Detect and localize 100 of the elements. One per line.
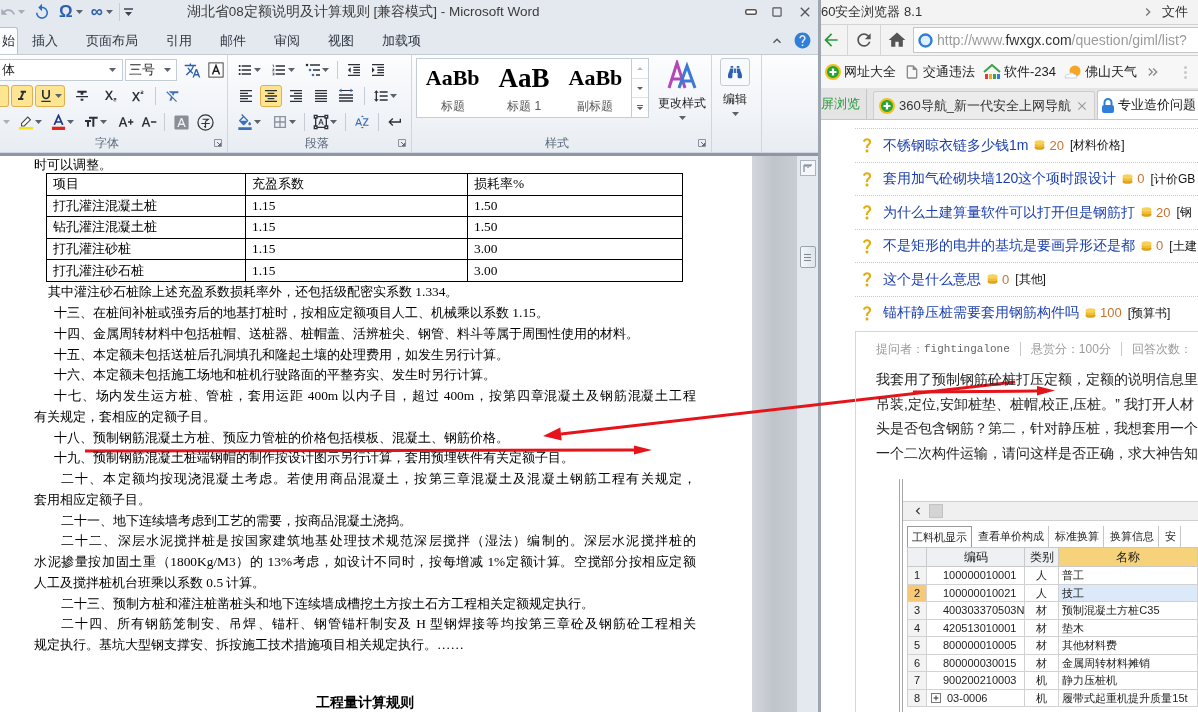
category-text: [预算书] — [1127, 304, 1171, 322]
restore-button[interactable] — [770, 5, 784, 19]
sun-cloud-icon — [1064, 64, 1083, 80]
points-text: 100 — [1100, 304, 1122, 322]
bookmark-link[interactable]: 软件-234 — [983, 62, 1057, 82]
caret-icon — [330, 120, 337, 124]
caret-icon — [109, 68, 116, 72]
font-size-field[interactable]: 三号 — [125, 59, 177, 81]
question-text: 头是否包含钢筋？第二，针对静压桩，我想套用一个 — [876, 421, 1198, 438]
symbol-button[interactable]: ∞ — [90, 2, 113, 22]
bookmark-link[interactable]: 佛山天气 — [1064, 62, 1138, 82]
style-item[interactable]: AaB 标题 1 — [488, 59, 560, 117]
justify-align-icon — [313, 88, 329, 104]
style-item[interactable]: AaBb 副标题 — [559, 59, 632, 117]
character-border-button[interactable] — [206, 59, 226, 81]
points-text: 20 — [1049, 136, 1064, 155]
help-button[interactable] — [793, 31, 812, 50]
table-cell: 垫木 — [1058, 619, 1198, 637]
ribbon-tab[interactable]: 始 — [0, 27, 18, 54]
ribbon-tab[interactable]: 插入 — [18, 27, 72, 54]
question-link[interactable]: 不是矩形的电井的基坑是要画异形还是都 — [883, 235, 1135, 257]
shading-button[interactable] — [235, 111, 263, 133]
ribbon-tab[interactable]: 引用 — [152, 27, 206, 54]
paragraph: 十九、预制钢筋混凝土桩端钢帽的制作按设计图示另行计算，套用预埋铁件有关定额子目。 — [53, 450, 575, 467]
software-tab[interactable]: 工料机显示 — [907, 526, 972, 547]
font-name-field[interactable]: 体 — [0, 59, 123, 81]
coin-stack-icon — [1141, 240, 1152, 251]
table-cell-text: 800000030015 — [943, 655, 1017, 671]
circled-character-icon — [197, 113, 214, 131]
software-tab[interactable]: 查看单价构成 — [974, 526, 1049, 547]
table-cell: 1.15 — [245, 216, 468, 239]
question-link[interactable]: 锚杆静压桩需要套用钢筋构件吗 — [883, 302, 1079, 324]
ribbon-tab[interactable]: 邮件 — [206, 27, 260, 54]
editing-button[interactable]: 编辑 — [717, 58, 753, 132]
italic-button[interactable] — [11, 85, 33, 107]
paragraph: 二十三、预制方桩和灌注桩凿桩头和地下连续墙成槽挖土方按土石方工程相关定额规定执行。 — [60, 595, 595, 612]
enclose-characters-button[interactable] — [195, 111, 216, 133]
scrollbar-thumb[interactable] — [799, 246, 816, 268]
bookmark-link[interactable]: 网址大全 — [825, 62, 896, 82]
house-icon — [983, 64, 1001, 80]
redo-button[interactable] — [33, 2, 51, 22]
center-align-button[interactable] — [260, 85, 282, 107]
ribbon-tab[interactable]: 页面布局 — [72, 27, 152, 54]
font-color-button[interactable] — [49, 111, 76, 133]
dialog-launcher-icon[interactable] — [398, 139, 406, 147]
caret-icon — [731, 112, 739, 116]
bullet-list-icon — [237, 62, 253, 78]
table-cell: 打孔灌注砂桩 — [46, 238, 246, 260]
numbered-list-icon — [271, 62, 287, 78]
section-heading: 工程量计算规则 — [316, 696, 414, 711]
underline-button[interactable] — [35, 85, 65, 107]
table-cell: 机 — [1024, 689, 1059, 707]
table-cell: 1.15 — [245, 195, 468, 217]
caret-icon — [322, 68, 329, 72]
file-menu[interactable]: 文件 — [1162, 2, 1188, 22]
style-item[interactable]: AaBb 标题 — [417, 59, 489, 117]
sort-icon — [354, 114, 370, 130]
paragraph: 十三、在桩间补桩或强夯后的地基打桩时，按相应定额项目人工、机械乘以系数 1.15。 — [53, 305, 550, 322]
paragraph: 十五、本定额未包括送桩后孔洞填孔和隆起土壤的处理费用，如发生另行计算。 — [53, 346, 510, 363]
question-link[interactable]: 这个是什么意思 — [883, 268, 981, 290]
symbol-button[interactable]: Ω — [59, 2, 83, 22]
question-link[interactable]: 套用加气砼砌块墙120这个项时跟设计 — [883, 168, 1117, 190]
right-align-icon — [288, 88, 304, 104]
table-cell-text: 400303370503N — [943, 603, 1025, 618]
points-text: 0 — [1156, 237, 1164, 255]
address-field[interactable]: http://www.fwxgx.com/question/giml/list? — [913, 27, 1198, 53]
coin-stack-icon — [1085, 307, 1096, 318]
table-cell: 静力压桩机 — [1058, 671, 1198, 689]
paragraph: 二十一、地下连续墙考虑到工艺的需要，按商品混凝土浇捣。 — [60, 512, 413, 529]
ribbon-tab[interactable]: 审阅 — [260, 27, 314, 54]
translate-icon — [184, 61, 201, 79]
ruler-button[interactable] — [799, 160, 816, 176]
expand-plus-icon[interactable] — [931, 692, 941, 703]
column-header: 类别 — [1024, 547, 1059, 567]
caret-icon — [35, 120, 42, 124]
table-cell: 人 — [1024, 566, 1059, 584]
ribbon-tab[interactable]: 加载项 — [368, 27, 435, 54]
paragraph: 十七、场内发生运方桩、管桩，套用运距 400m 以内子目，超过 400m，按第四章混凝土及钢筋混凝土工程 有关规定，套相应的定额子目。 — [34, 388, 696, 425]
points-text: 20 — [1156, 203, 1171, 222]
table-cell: 人 — [1024, 584, 1059, 602]
category-text: [土建 — [1169, 237, 1197, 255]
line-spacing-icon — [373, 88, 389, 104]
table-cell: 打孔灌注砂石桩 — [46, 259, 246, 282]
question-link[interactable]: 为什么土建算量软件可以打开但是钢筋打 — [883, 201, 1135, 223]
table-cell: 1.15 — [245, 238, 468, 260]
question-link[interactable]: 不锈钢晾衣链多少钱1m — [883, 134, 1029, 156]
ribbon-tab[interactable]: 视图 — [314, 27, 368, 54]
scrollbar-thumb[interactable] — [929, 504, 943, 518]
points-text: 0 — [1137, 170, 1145, 188]
dialog-launcher-icon[interactable] — [698, 139, 706, 147]
more-icon — [637, 105, 644, 111]
dialog-launcher-icon[interactable] — [214, 139, 222, 147]
change-styles-button[interactable]: 更改样式 — [653, 58, 711, 132]
table-cell: 3.00 — [467, 238, 683, 260]
paragraph: 其中灌注砂石桩除上述充盈系数损耗率外，还包括级配密实系数 1.334。 — [47, 284, 460, 301]
bookmark-link[interactable]: 交通违法 — [904, 62, 975, 82]
question-text: 吊装,定位,安卸桩垫、桩帽,校正,压桩。” 我打开人材 — [876, 396, 1194, 413]
browser-tab[interactable]: 专业造价问题 — [1097, 90, 1198, 119]
browser-tab[interactable]: 360导航_新一代安全上网导航 — [873, 91, 1095, 119]
caret-icon — [678, 116, 686, 120]
